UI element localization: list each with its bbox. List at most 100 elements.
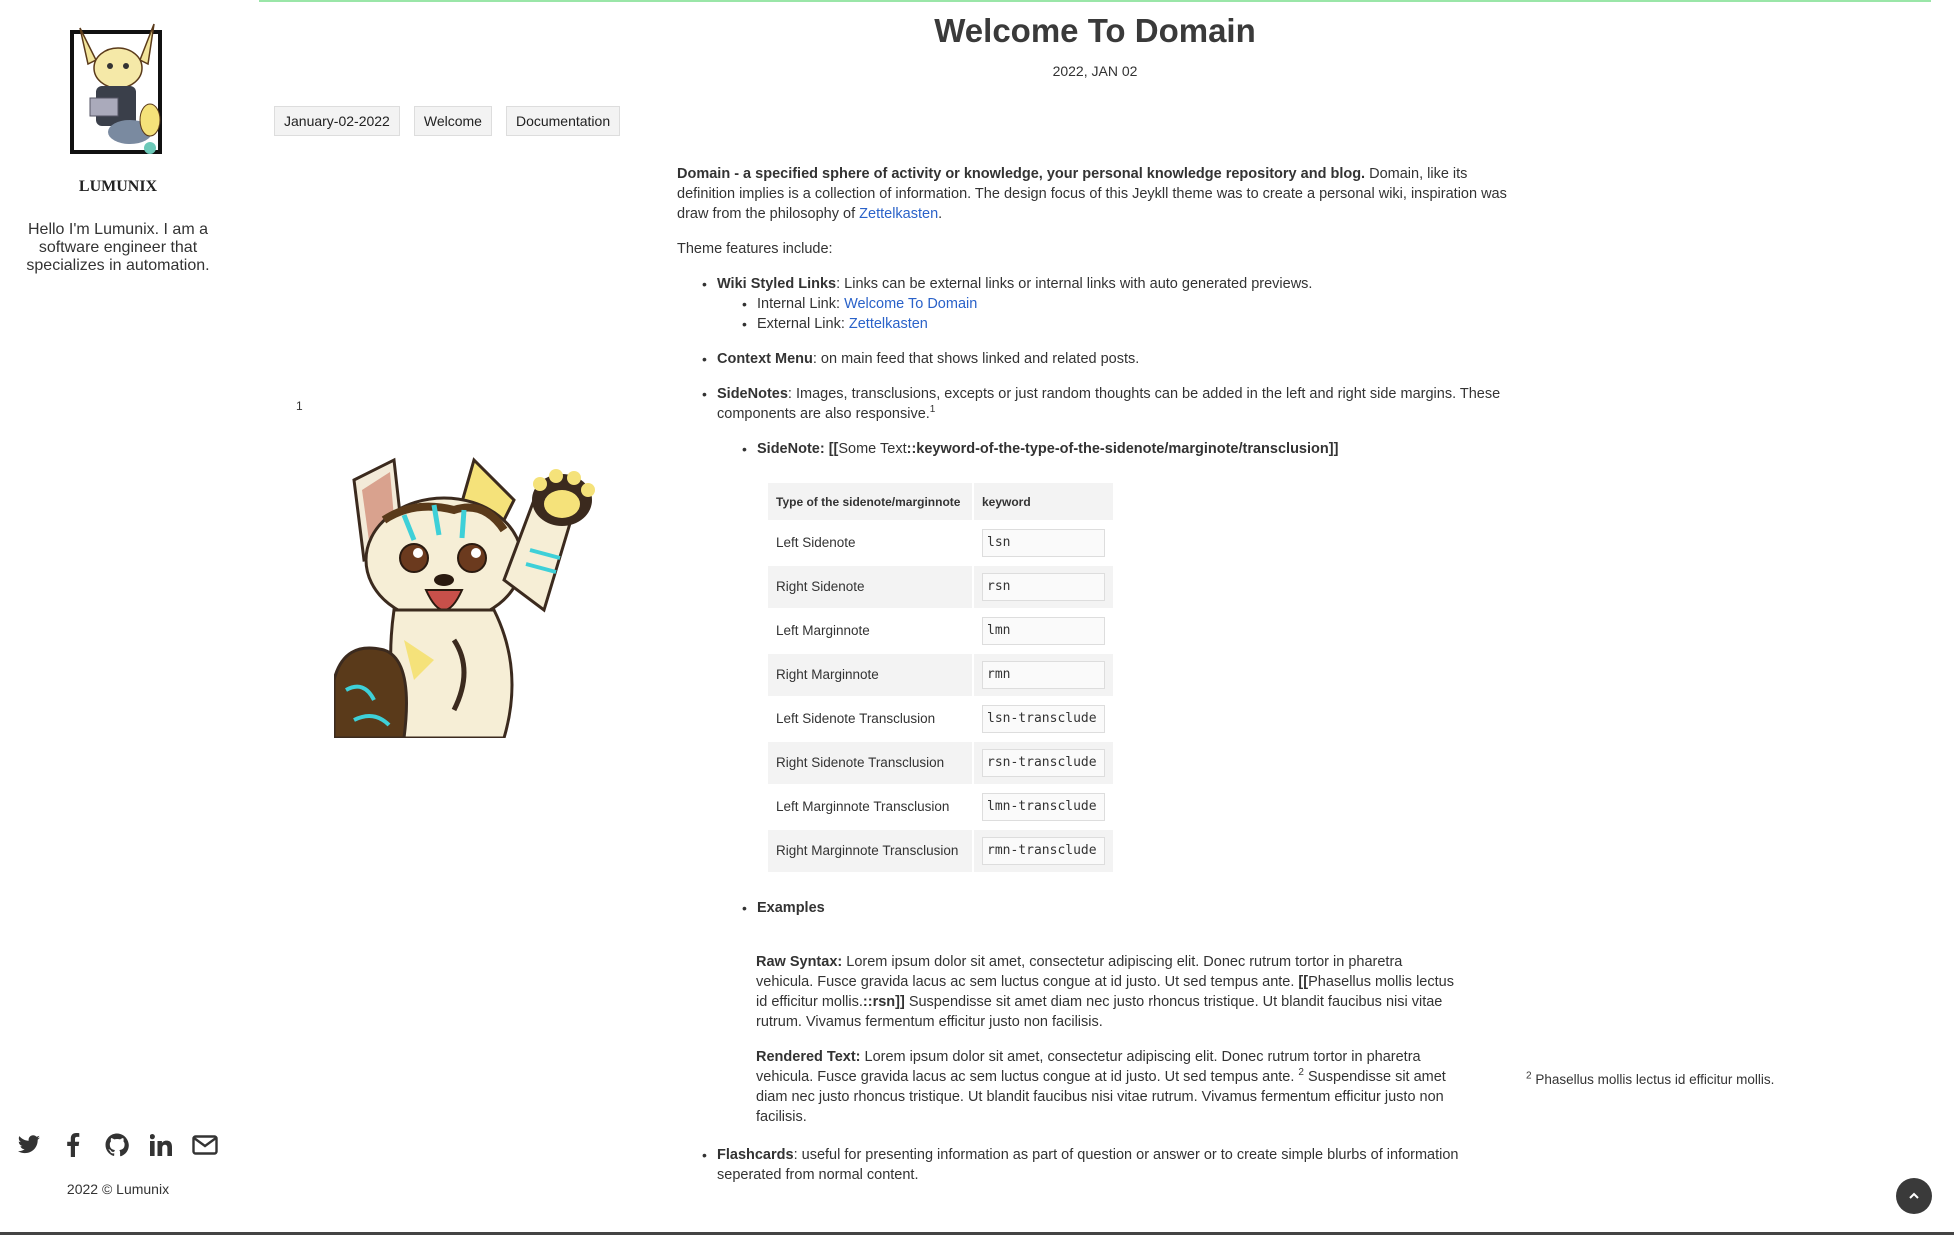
table-row: Left Sidenote lsn xyxy=(768,522,1113,564)
right-sidenote-text: Phasellus mollis lectus id efficitur mol… xyxy=(1535,1072,1775,1087)
back-to-top-button[interactable] xyxy=(1896,1178,1932,1214)
table-cell-keyword: lsn-transclude xyxy=(974,698,1113,740)
table-cell-type: Right Marginnote Transclusion xyxy=(768,830,972,872)
list-item: SideNotes: Images, transclusions, except… xyxy=(702,384,1509,1127)
table-row: Right Sidenote Transclusion rsn-transclud… xyxy=(768,742,1113,784)
keyword-table: Type of the sidenote/marginnote keyword … xyxy=(766,481,1115,874)
context-menu-text: : on main feed that shows linked and rel… xyxy=(812,351,1140,367)
social-links xyxy=(16,1132,218,1158)
github-icon[interactable] xyxy=(104,1132,130,1158)
table-cell-keyword: lsn xyxy=(974,522,1113,564)
table-header: Type of the sidenote/marginnote xyxy=(768,483,972,520)
list-item: Examples Raw Syntax: Lorem ipsum dolor s… xyxy=(742,898,1509,1127)
intro-bold: Domain - a specified sphere of activity … xyxy=(677,166,1366,182)
table-cell-keyword: rsn xyxy=(974,566,1113,608)
table-row: Right Sidenote rsn xyxy=(768,566,1113,608)
table-cell-keyword: lmn-transclude xyxy=(974,786,1113,828)
keyword-code: lsn-transclude xyxy=(982,705,1105,733)
copyright: 2022 © Lumunix xyxy=(66,1181,170,1197)
keyword-code: lsn xyxy=(982,529,1105,557)
list-item: Internal Link: Welcome To Domain xyxy=(742,294,1509,314)
mascot-image xyxy=(334,440,604,738)
external-link-label: External Link: xyxy=(757,316,849,332)
table-cell-type: Right Marginnote xyxy=(768,654,972,696)
keyword-code: lmn-transclude xyxy=(982,793,1105,821)
table-header: keyword xyxy=(974,483,1113,520)
rendered-text-paragraph: Rendered Text: Lorem ipsum dolor sit ame… xyxy=(756,1047,1454,1127)
flashcards-title: Flashcards xyxy=(717,1147,794,1163)
twitter-icon[interactable] xyxy=(16,1132,42,1158)
raw-bold-1: [[ xyxy=(1298,974,1309,990)
top-divider xyxy=(259,0,1931,2)
right-sidenote-number: 2 xyxy=(1526,1070,1532,1082)
table-cell-type: Left Marginnote xyxy=(768,610,972,652)
intro-paragraph: Domain - a specified sphere of activity … xyxy=(677,166,1507,222)
table-cell-keyword: lmn xyxy=(974,610,1113,652)
left-sidenote-number: 1 xyxy=(296,399,303,413)
table-row: Right Marginnote rmn xyxy=(768,654,1113,696)
list-item: Wiki Styled Links: Links can be external… xyxy=(702,274,1509,334)
table-cell-type: Right Sidenote Transclusion xyxy=(768,742,972,784)
keyword-code: rmn-transclude xyxy=(982,837,1105,865)
rendered-text-label: Rendered Text: xyxy=(756,1049,861,1065)
sidebar: LUMUNIX Hello I'm Lumunix. I am a softwa… xyxy=(0,0,236,1235)
site-name[interactable]: LUMUNIX xyxy=(0,178,236,196)
examples-block: Raw Syntax: Lorem ipsum dolor sit amet, … xyxy=(756,952,1454,1127)
internal-link[interactable]: Welcome To Domain xyxy=(844,296,977,312)
table-cell-type: Right Sidenote xyxy=(768,566,972,608)
sidenote-details: SideNote: [[Some Text::keyword-of-the-ty… xyxy=(742,439,1509,1127)
table-cell-type: Left Sidenote xyxy=(768,522,972,564)
wiki-links-text: : Links can be external links or interna… xyxy=(836,276,1313,292)
keyword-code: rsn xyxy=(982,573,1105,601)
flashcards-text: : useful for presenting information as p… xyxy=(717,1147,1459,1183)
tag-date[interactable]: January-02-2022 xyxy=(274,106,400,136)
zettelkasten-link[interactable]: Zettelkasten xyxy=(859,206,938,222)
tag-documentation[interactable]: Documentation xyxy=(505,106,621,136)
features-list: Wiki Styled Links: Links can be external… xyxy=(702,274,1509,1185)
sidenote-syntax-plain: Some Text xyxy=(838,441,907,457)
link-examples: Internal Link: Welcome To Domain Externa… xyxy=(742,294,1509,334)
post-date: 2022, JAN 02 xyxy=(1052,63,1138,79)
list-item: Flashcards: useful for presenting inform… xyxy=(702,1145,1509,1185)
raw-bold-2: ::rsn]] xyxy=(862,994,905,1010)
internal-link-label: Internal Link: xyxy=(757,296,845,312)
sidenotes-title: SideNotes xyxy=(717,386,788,402)
page-title: Welcome To Domain xyxy=(934,12,1256,49)
post-content: Domain - a specified sphere of activity … xyxy=(677,164,1509,1200)
external-link[interactable]: Zettelkasten xyxy=(849,316,928,332)
keyword-code: rsn-transclude xyxy=(982,749,1105,777)
wiki-links-title: Wiki Styled Links xyxy=(717,276,837,292)
sidenote-syntax-end: ::keyword-of-the-type-of-the-sidenote/ma… xyxy=(906,441,1339,457)
features-label: Theme features include: xyxy=(677,241,833,257)
table-cell-keyword: rmn xyxy=(974,654,1113,696)
mail-icon[interactable] xyxy=(192,1132,218,1158)
avatar[interactable] xyxy=(70,20,166,156)
list-item: Context Menu: on main feed that shows li… xyxy=(702,349,1509,369)
tag-list: January-02-2022 Welcome Documentation xyxy=(274,106,621,136)
table-cell-keyword: rmn-transclude xyxy=(974,830,1113,872)
raw-syntax-label: Raw Syntax: xyxy=(756,954,843,970)
table-row: Right Marginnote Transclusion rmn-transcl… xyxy=(768,830,1113,872)
context-menu-title: Context Menu xyxy=(717,351,813,367)
list-item: External Link: Zettelkasten xyxy=(742,314,1509,334)
raw-syntax-paragraph: Raw Syntax: Lorem ipsum dolor sit amet, … xyxy=(756,952,1454,1032)
tag-welcome[interactable]: Welcome xyxy=(413,106,492,136)
right-sidenote: 2 Phasellus mollis lectus id efficitur m… xyxy=(1526,1070,1775,1087)
keyword-code: lmn xyxy=(982,617,1105,645)
facebook-icon[interactable] xyxy=(60,1132,86,1158)
table-cell-keyword: rsn-transclude xyxy=(974,742,1113,784)
table-row: Left Marginnote lmn xyxy=(768,610,1113,652)
sidenote-ref-1[interactable]: 1 xyxy=(930,404,936,415)
sidenotes-text: : Images, transclusions, excepts or just… xyxy=(717,386,1501,422)
list-item: SideNote: [[Some Text::keyword-of-the-ty… xyxy=(742,439,1509,874)
author-bio: Hello I'm Lumunix. I am a software engin… xyxy=(26,221,210,274)
chevron-up-icon xyxy=(1909,1192,1919,1199)
keyword-code: rmn xyxy=(982,661,1105,689)
table-row: Left Marginnote Transclusion lmn-transclu… xyxy=(768,786,1113,828)
table-row: Left Sidenote Transclusion lsn-transclude xyxy=(768,698,1113,740)
linkedin-icon[interactable] xyxy=(148,1132,174,1158)
table-cell-type: Left Sidenote Transclusion xyxy=(768,698,972,740)
sidenote-syntax-label: SideNote: [[ xyxy=(757,441,839,457)
examples-title: Examples xyxy=(757,900,825,916)
table-cell-type: Left Marginnote Transclusion xyxy=(768,786,972,828)
